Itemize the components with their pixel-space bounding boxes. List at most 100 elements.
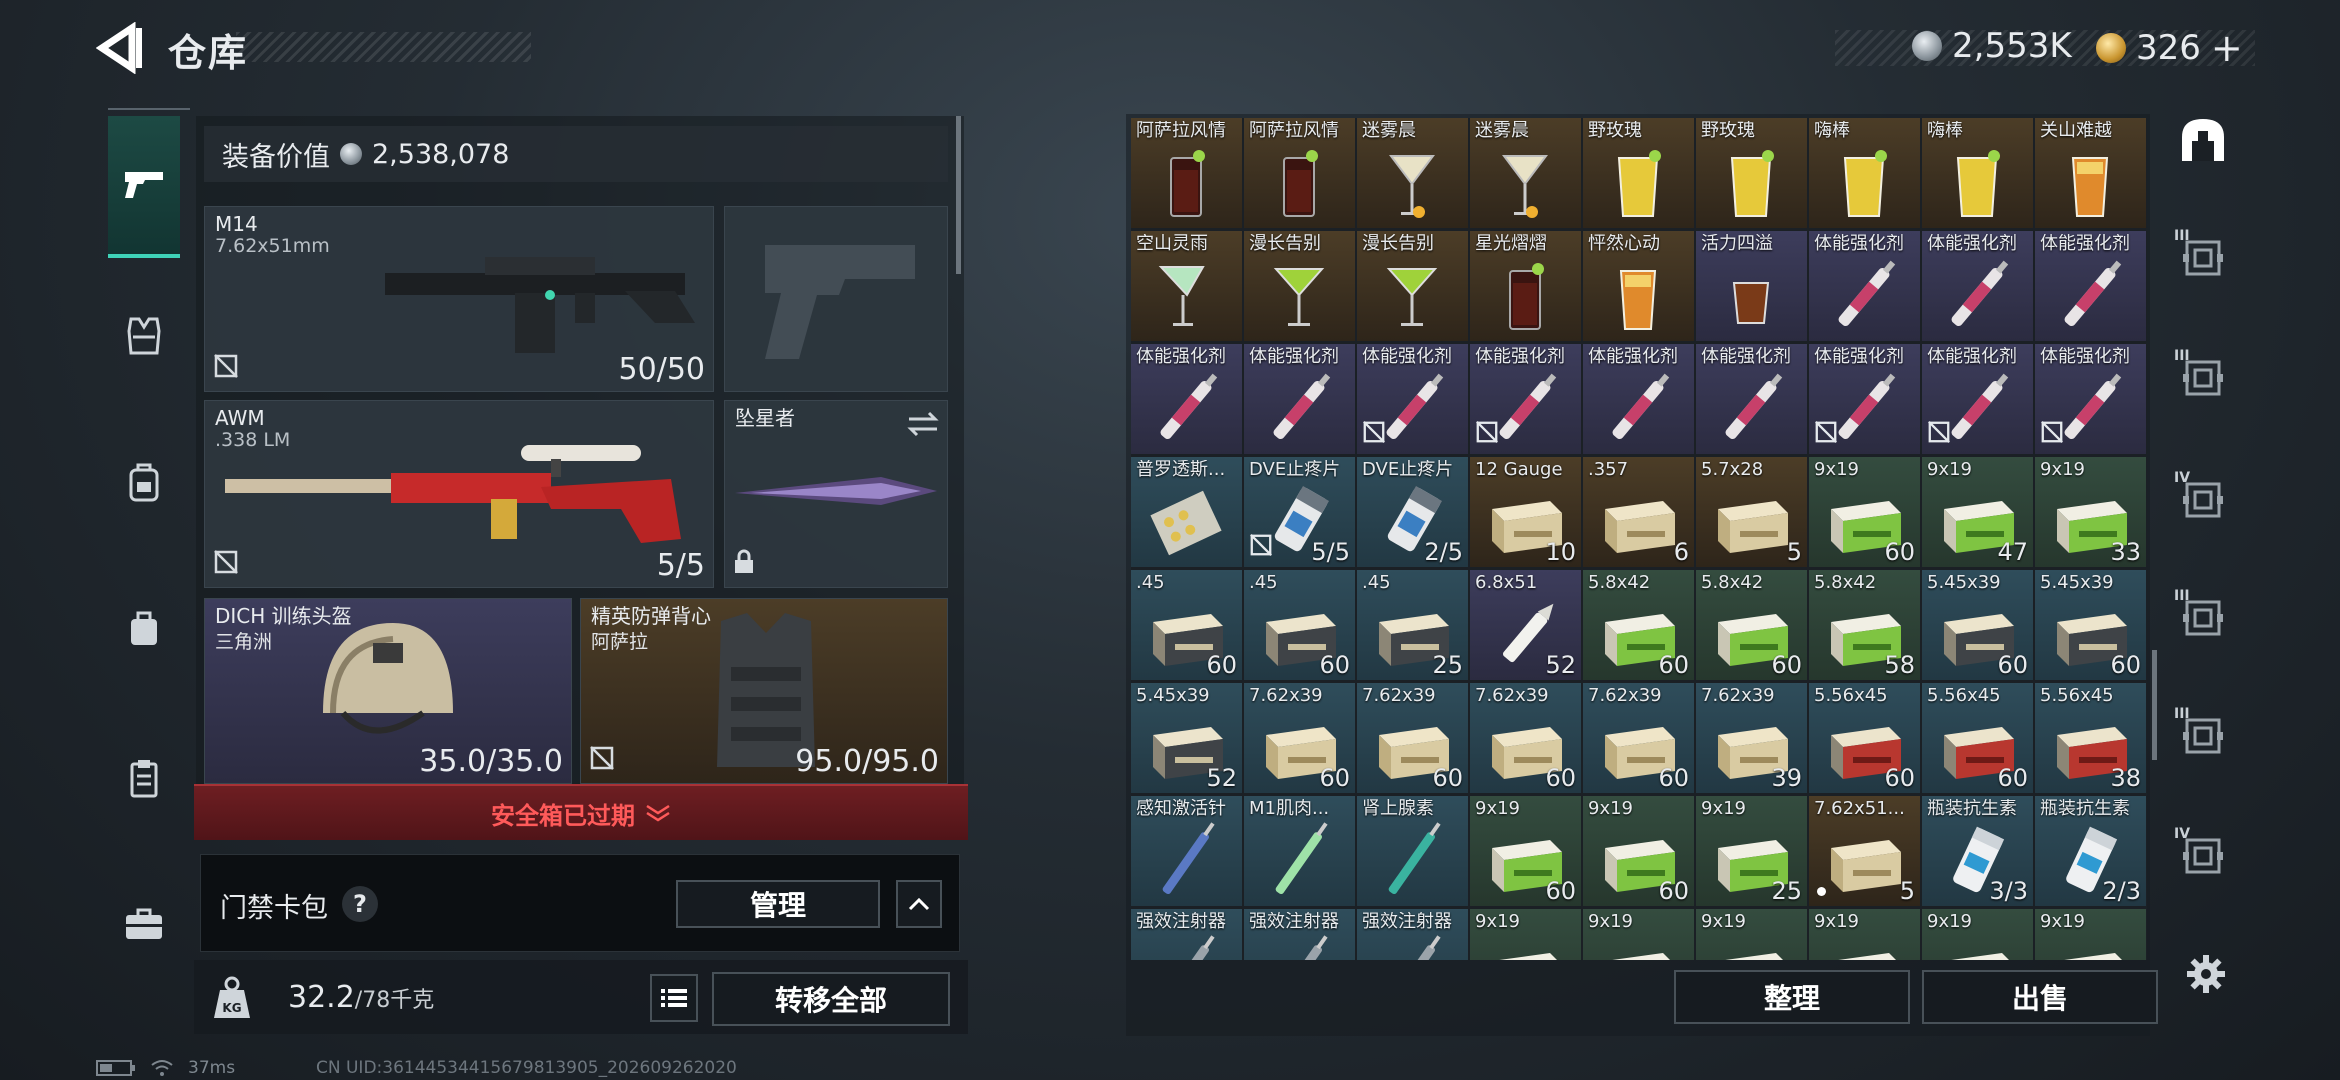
equipment-scrollbar[interactable] <box>956 116 961 274</box>
stash-item[interactable]: 体能强化剂 <box>1809 344 1920 454</box>
stash-item[interactable]: 体能强化剂 <box>1809 231 1920 341</box>
slot-primary-weapon[interactable]: M14 7.62x51mm 50/50 <box>204 206 714 392</box>
rail-tab-weapons[interactable] <box>108 116 180 258</box>
stash-item[interactable]: 5.8x42 60 <box>1696 570 1807 680</box>
slot-pistol-empty[interactable] <box>724 206 948 392</box>
slot-secondary-weapon[interactable]: AWM .338 LM 5/5 <box>204 400 714 588</box>
stash-item[interactable]: 9x19 25 <box>1696 796 1807 906</box>
stash-item[interactable]: 体能强化剂 <box>1357 344 1468 454</box>
rail-tab-pouch[interactable] <box>108 588 180 668</box>
stash-item[interactable]: .45 60 <box>1244 570 1355 680</box>
stash-item[interactable]: 阿萨拉风情 <box>1244 118 1355 228</box>
stash-item[interactable]: 星光熠熠 <box>1470 231 1581 341</box>
stash-item[interactable]: 关山难越 <box>2035 118 2146 228</box>
stash-item[interactable]: 9x19 60 <box>1809 457 1920 567</box>
manage-button[interactable]: 管理 <box>676 880 880 928</box>
stash-item[interactable]: 体能强化剂 <box>2035 231 2146 341</box>
stash-item[interactable]: 7.62x39 60 <box>1583 683 1694 793</box>
stash-item[interactable]: 5.8x42 58 <box>1809 570 1920 680</box>
sort-button[interactable]: 整理 <box>1674 970 1910 1024</box>
stash-item[interactable]: 5.45x39 60 <box>1922 570 2033 680</box>
stash-tab-container[interactable]: III <box>2168 218 2238 298</box>
stash-item[interactable]: 强效注射器 <box>1131 909 1242 960</box>
stash-item[interactable]: 感知激活针 <box>1131 796 1242 906</box>
help-button[interactable]: ? <box>342 886 378 922</box>
sell-button[interactable]: 出售 <box>1922 970 2158 1024</box>
list-view-button[interactable] <box>650 974 698 1022</box>
stash-item[interactable]: 野玫瑰 <box>1696 118 1807 228</box>
stash-item[interactable]: 体能强化剂 <box>1244 344 1355 454</box>
collapse-button[interactable] <box>896 880 942 928</box>
stash-item[interactable]: 6.8x51 52 <box>1470 570 1581 680</box>
stash-item[interactable]: 12 Gauge 10 <box>1470 457 1581 567</box>
stash-item[interactable]: 肾上腺素 <box>1357 796 1468 906</box>
stash-item[interactable]: 瓶装抗生素 2/3 <box>2035 796 2146 906</box>
add-currency-button[interactable]: + <box>2211 26 2243 70</box>
safe-box-expired-bar[interactable]: 安全箱已过期 <box>194 784 968 840</box>
stash-item[interactable]: .45 25 <box>1357 570 1468 680</box>
stash-tab-container[interactable]: III <box>2168 578 2238 658</box>
stash-tab-container[interactable]: III <box>2168 338 2238 418</box>
stash-item[interactable]: 7.62x51... 5 <box>1809 796 1920 906</box>
stash-item[interactable]: 体能强化剂 <box>1583 344 1694 454</box>
transfer-all-button[interactable]: 转移全部 <box>712 972 950 1026</box>
stash-item[interactable]: 野玫瑰 <box>1583 118 1694 228</box>
stash-item[interactable]: 漫长告别 <box>1244 231 1355 341</box>
stash-scrollbar[interactable] <box>2152 650 2157 760</box>
stash-item[interactable]: 阿萨拉风情 <box>1131 118 1242 228</box>
stash-item[interactable]: 5.56x45 60 <box>1922 683 2033 793</box>
rail-tab-tasks[interactable] <box>108 738 180 818</box>
stash-item[interactable]: .45 60 <box>1131 570 1242 680</box>
stash-item[interactable]: 7.62x39 39 <box>1696 683 1807 793</box>
stash-item[interactable]: 9x19 60 <box>1470 796 1581 906</box>
rail-tab-toolbox[interactable] <box>108 884 180 964</box>
stash-tab-main[interactable] <box>2168 100 2238 180</box>
stash-item[interactable]: M1肌肉... <box>1244 796 1355 906</box>
slot-melee[interactable]: 坠星者 <box>724 400 948 588</box>
rail-tab-backpack[interactable] <box>108 442 180 522</box>
stash-item[interactable]: 普罗透斯... <box>1131 457 1242 567</box>
stash-item[interactable]: 7.62x39 60 <box>1470 683 1581 793</box>
stash-item[interactable]: 体能强化剂 <box>1922 344 2033 454</box>
stash-item[interactable]: 9x19 47 <box>1922 457 2033 567</box>
stash-item[interactable]: 9x19 <box>1696 909 1807 960</box>
stash-item[interactable]: 9x19 <box>1470 909 1581 960</box>
stash-item[interactable]: 怦然心动 <box>1583 231 1694 341</box>
stash-item[interactable]: 嗨棒 <box>1809 118 1920 228</box>
stash-item[interactable]: 9x19 <box>1809 909 1920 960</box>
swap-icon[interactable] <box>907 411 939 437</box>
stash-item[interactable]: 9x19 60 <box>1583 796 1694 906</box>
stash-item[interactable]: 9x19 <box>1922 909 2033 960</box>
stash-item[interactable]: 空山灵雨 <box>1131 231 1242 341</box>
stash-item[interactable]: 5.8x42 60 <box>1583 570 1694 680</box>
stash-item[interactable]: 9x19 33 <box>2035 457 2146 567</box>
rail-tab-armor[interactable] <box>108 296 180 376</box>
stash-item[interactable]: 5.7x28 5 <box>1696 457 1807 567</box>
stash-tab-container[interactable]: IV <box>2168 816 2238 896</box>
stash-item[interactable]: 5.45x39 60 <box>2035 570 2146 680</box>
stash-item[interactable]: 体能强化剂 <box>1922 231 2033 341</box>
stash-item[interactable]: 5.45x39 52 <box>1131 683 1242 793</box>
stash-item[interactable]: 9x19 <box>1583 909 1694 960</box>
stash-item[interactable]: 9x19 <box>2035 909 2146 960</box>
stash-item[interactable]: 迷雾晨 <box>1470 118 1581 228</box>
stash-item[interactable]: 体能强化剂 <box>1131 344 1242 454</box>
back-button[interactable] <box>95 21 146 75</box>
settings-button[interactable] <box>2186 954 2226 994</box>
stash-item[interactable]: 体能强化剂 <box>1470 344 1581 454</box>
stash-item[interactable]: DVE止疼片 2/5 <box>1357 457 1468 567</box>
stash-tab-container[interactable]: III <box>2168 696 2238 776</box>
stash-item[interactable]: 活力四溢 <box>1696 231 1807 341</box>
stash-item[interactable]: 强效注射器 <box>1357 909 1468 960</box>
stash-item[interactable]: 漫长告别 <box>1357 231 1468 341</box>
stash-item[interactable]: 体能强化剂 <box>2035 344 2146 454</box>
stash-item[interactable]: 5.56x45 38 <box>2035 683 2146 793</box>
slot-helmet[interactable]: DICH 训练头盔 三角洲 35.0/35.0 <box>204 598 572 784</box>
slot-body-armor[interactable]: 精英防弹背心 阿萨拉 95.0/95.0 <box>580 598 948 784</box>
stash-item[interactable]: 迷雾晨 <box>1357 118 1468 228</box>
stash-item[interactable]: DVE止疼片 5/5 <box>1244 457 1355 567</box>
stash-item[interactable]: 体能强化剂 <box>1696 344 1807 454</box>
stash-item[interactable]: 强效注射器 <box>1244 909 1355 960</box>
stash-item[interactable]: .357 6 <box>1583 457 1694 567</box>
stash-item[interactable]: 嗨棒 <box>1922 118 2033 228</box>
